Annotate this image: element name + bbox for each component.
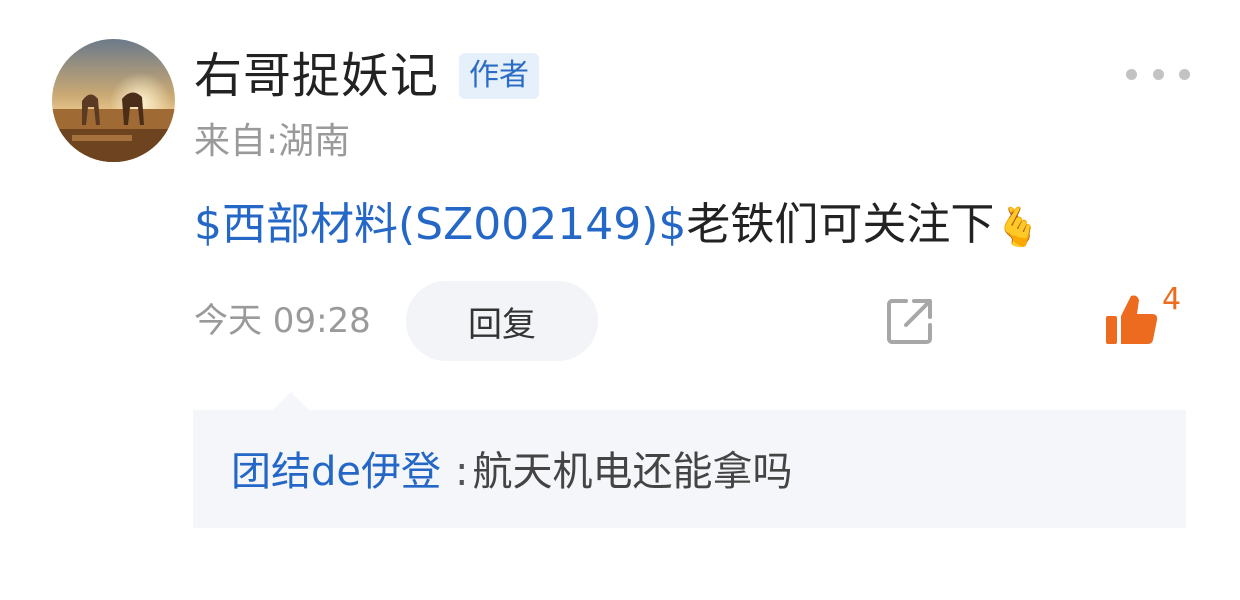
- comment-card: 右哥捉妖记 作者 来自:湖南 $西部材料(SZ002149)$老铁们可关注下🫰 …: [0, 0, 1240, 600]
- stock-link[interactable]: $西部材料(SZ002149)$: [194, 199, 686, 250]
- sub-reply[interactable]: 团结de伊登: 航天机电还能拿吗: [231, 446, 792, 498]
- sub-reply-box: 团结de伊登: 航天机电还能拿吗: [193, 392, 1186, 528]
- more-dot: [1179, 68, 1190, 80]
- reply-button-label: 回复: [468, 304, 536, 345]
- reply-button[interactable]: 回复: [406, 281, 598, 361]
- comment-text: 老铁们可关注下: [686, 199, 995, 250]
- comment-header: 右哥捉妖记 作者: [194, 44, 540, 108]
- username[interactable]: 右哥捉妖记: [194, 44, 439, 108]
- location-label: 来自:湖南: [194, 121, 351, 162]
- more-dots-icon: [1126, 68, 1137, 80]
- comment-content: $西部材料(SZ002149)$老铁们可关注下🫰: [194, 196, 1042, 256]
- more-dot: [1152, 68, 1164, 80]
- share-icon[interactable]: [884, 295, 936, 347]
- sub-reply-separator: :: [455, 449, 469, 495]
- sub-reply-username[interactable]: 团结de伊登: [231, 449, 441, 495]
- avatar[interactable]: [52, 39, 175, 162]
- more-button[interactable]: [1126, 60, 1190, 88]
- pinch-hand-emoji: 🫰: [994, 205, 1042, 249]
- post-time: 今天 09:28: [194, 301, 371, 341]
- sub-reply-text: 航天机电还能拿吗: [472, 449, 793, 495]
- like-count: 4: [1162, 282, 1182, 317]
- author-badge: 作者: [459, 53, 540, 99]
- thumbs-up-icon: [1106, 295, 1158, 344]
- avatar-image: [52, 39, 175, 162]
- like-button[interactable]: 4: [1104, 282, 1184, 352]
